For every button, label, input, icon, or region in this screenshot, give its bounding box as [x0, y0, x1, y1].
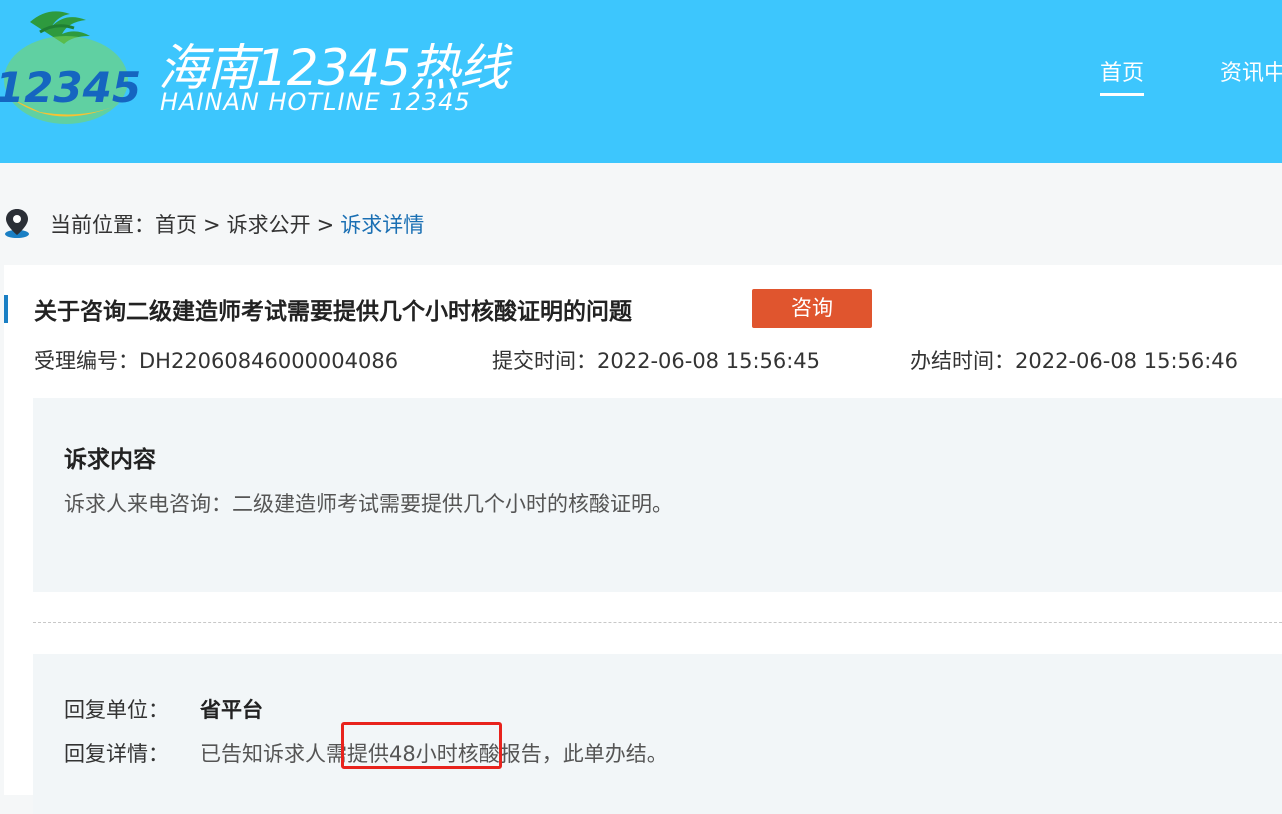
- breadcrumb-separator: >: [316, 213, 335, 237]
- request-content-heading: 诉求内容: [64, 447, 156, 473]
- location-pin-icon: [5, 209, 29, 238]
- completion-time: 办结时间：2022-06-08 15:56:46: [910, 345, 1238, 375]
- nav-home[interactable]: 首页: [1100, 55, 1145, 96]
- reply-panel: 回复单位： 省平台 回复详情： 已告知诉求人需提供48小时核酸报告，此单办结。: [33, 654, 1282, 814]
- reply-unit-label: 回复单位：: [64, 698, 169, 722]
- site-header: 12345 海南12345热线 HAINAN HOTLINE 12345 首页 …: [0, 0, 1282, 163]
- submit-time: 提交时间：2022-06-08 15:56:45: [492, 345, 820, 375]
- annotation-highlight-box: [341, 722, 502, 769]
- completion-time-label: 办结时间：: [910, 349, 1015, 373]
- request-content-text: 诉求人来电咨询：二级建造师考试需要提供几个小时的核酸证明。: [64, 492, 673, 516]
- breadcrumb-current[interactable]: 诉求详情: [340, 213, 424, 237]
- breadcrumb-public-requests[interactable]: 诉求公开: [227, 213, 311, 237]
- reply-unit-row: 回复单位： 省平台: [64, 694, 263, 724]
- acceptance-number-value: DH22060846000004086: [139, 349, 399, 373]
- brand-name-en: HAINAN HOTLINE 12345: [160, 88, 471, 116]
- request-content-panel: 诉求内容 诉求人来电咨询：二级建造师考试需要提供几个小时的核酸证明。: [33, 398, 1282, 592]
- request-type-tag: 咨询: [752, 289, 872, 328]
- breadcrumb-prefix: 当前位置：: [50, 213, 155, 237]
- acceptance-number-label: 受理编号：: [34, 349, 139, 373]
- svg-text:12345: 12345: [0, 63, 140, 112]
- hotline-logo[interactable]: 12345: [0, 4, 140, 134]
- title-accent-bar: [4, 295, 8, 323]
- nav-news[interactable]: 资讯中: [1220, 55, 1282, 87]
- breadcrumb-separator: >: [203, 213, 221, 237]
- main-nav: 首页 资讯中: [1100, 55, 1282, 96]
- breadcrumb-text: 当前位置：首页 > 诉求公开 > 诉求详情: [50, 209, 424, 239]
- completion-time-value: 2022-06-08 15:56:46: [1015, 349, 1239, 373]
- reply-unit-value: 省平台: [200, 698, 263, 722]
- submit-time-label: 提交时间：: [492, 349, 597, 373]
- acceptance-number: 受理编号：DH22060846000004086: [34, 345, 398, 375]
- request-detail-card: 关于咨询二级建造师考试需要提供几个小时核酸证明的问题 咨询 受理编号：DH220…: [4, 265, 1282, 814]
- section-divider: [33, 622, 1282, 623]
- request-title: 关于咨询二级建造师考试需要提供几个小时核酸证明的问题: [34, 299, 632, 325]
- breadcrumb-home[interactable]: 首页: [155, 213, 197, 237]
- submit-time-value: 2022-06-08 15:56:45: [597, 349, 821, 373]
- reply-detail-label: 回复详情：: [64, 742, 169, 766]
